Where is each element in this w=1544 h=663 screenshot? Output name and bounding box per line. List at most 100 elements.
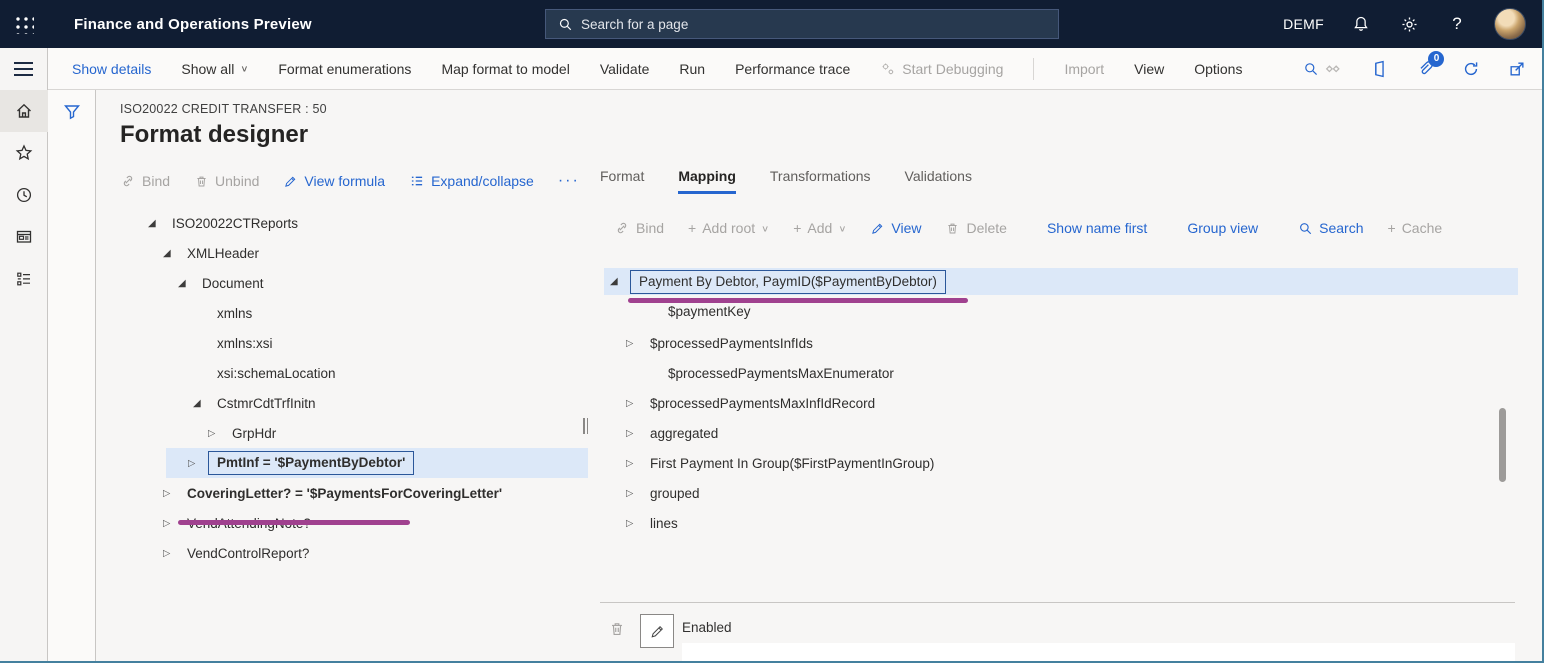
tab-mapping[interactable]: Mapping <box>678 168 736 194</box>
office-app-icon[interactable] <box>1368 58 1390 80</box>
edit-formula-button[interactable] <box>640 614 674 648</box>
mapping-panel: Format Mapping Transformations Validatio… <box>600 168 1518 661</box>
nav-workspaces-icon[interactable] <box>0 216 48 258</box>
filter-funnel-icon[interactable] <box>48 90 96 134</box>
tree-item[interactable]: ▷ First Payment In Group($FirstPaymentIn… <box>600 448 1518 478</box>
nav-recent-clock-icon[interactable] <box>0 174 48 216</box>
options-menu[interactable]: Options <box>1194 61 1242 77</box>
performance-trace-button[interactable]: Performance trace <box>735 61 850 77</box>
tree-item[interactable]: xmlns <box>120 298 588 328</box>
mapping-toolbar: Bind + Add root ∨ + Add ∨ View <box>614 220 1518 236</box>
page-search-input[interactable] <box>581 17 1011 32</box>
user-avatar[interactable] <box>1494 8 1526 40</box>
start-debugging-button[interactable]: Start Debugging <box>880 61 1003 77</box>
tree-item-selected[interactable]: ◢ Payment By Debtor, PaymID($PaymentByDe… <box>604 268 1518 295</box>
expander-collapsed-icon[interactable]: ▷ <box>626 338 646 349</box>
add-menu[interactable]: + Add ∨ <box>793 220 846 236</box>
tree-item[interactable]: ▷ grouped <box>600 478 1518 508</box>
expander-expanded-icon[interactable]: ◢ <box>193 398 213 409</box>
actionbar-search-icon[interactable] <box>1300 58 1322 80</box>
tree-item[interactable]: ▷ lines <box>600 508 1518 538</box>
tree-item[interactable]: ▷ $processedPaymentsMaxInfIdRecord <box>600 388 1518 418</box>
show-details-button[interactable]: Show details <box>72 61 151 77</box>
expander-collapsed-icon[interactable]: ▷ <box>626 398 646 409</box>
map-format-to-model-button[interactable]: Map format to model <box>441 61 569 77</box>
tree-item[interactable]: xsi:schemaLocation <box>120 358 588 388</box>
group-view-button[interactable]: Group view <box>1187 220 1258 236</box>
trash-icon <box>194 174 209 189</box>
mapping-view-button[interactable]: View <box>870 220 921 236</box>
tree-item[interactable]: ▷ aggregated <box>600 418 1518 448</box>
expander-collapsed-icon[interactable]: ▷ <box>208 428 228 439</box>
expand-collapse-button[interactable]: Expand/collapse <box>409 173 534 189</box>
mapping-search-button[interactable]: Search <box>1298 220 1363 236</box>
tree-item[interactable]: ◢ CstmrCdtTrfInitn <box>120 388 588 418</box>
company-picker[interactable]: DEMF <box>1283 16 1324 32</box>
refresh-icon[interactable] <box>1460 58 1482 80</box>
nav-hamburger-icon[interactable] <box>0 48 47 90</box>
tree-item[interactable]: ◢ ISO20022CTReports <box>120 208 588 238</box>
mapping-tree: ◢ Payment By Debtor, PaymID($PaymentByDe… <box>600 268 1518 538</box>
import-menu[interactable]: Import <box>1064 61 1104 77</box>
personalization-icon[interactable] <box>1322 58 1344 80</box>
plus-icon: + <box>688 220 696 236</box>
view-menu[interactable]: View <box>1134 61 1164 77</box>
nav-modules-list-icon[interactable] <box>0 258 48 300</box>
settings-gear-icon[interactable] <box>1398 13 1420 35</box>
detail-delete-icon[interactable] <box>608 620 626 638</box>
expander-collapsed-icon[interactable]: ▷ <box>626 518 646 529</box>
nav-favorites-star-icon[interactable] <box>0 132 48 174</box>
add-root-menu[interactable]: + Add root ∨ <box>688 220 769 236</box>
chevron-down-icon: ∨ <box>761 223 769 233</box>
enabled-formula-input[interactable] <box>682 643 1515 661</box>
debug-gears-icon <box>880 61 896 77</box>
show-all-menu[interactable]: Show all ∨ <box>181 61 248 77</box>
expander-collapsed-icon[interactable]: ▷ <box>163 488 183 499</box>
tree-item[interactable]: ◢ Document <box>120 268 588 298</box>
format-enumerations-button[interactable]: Format enumerations <box>278 61 411 77</box>
bind-button[interactable]: Bind <box>120 173 170 189</box>
vertical-scrollbar-thumb[interactable] <box>1499 408 1506 482</box>
tree-item[interactable]: ◢ XMLHeader <box>120 238 588 268</box>
expander-expanded-icon[interactable]: ◢ <box>178 278 198 289</box>
expander-collapsed-icon[interactable]: ▷ <box>626 458 646 469</box>
tree-item-selected[interactable]: ▷ PmtInf = '$PaymentByDebtor' <box>166 448 588 478</box>
tree-item[interactable]: ▷ VendControlReport? <box>120 538 588 568</box>
open-in-new-window-icon[interactable] <box>1506 58 1528 80</box>
cache-button[interactable]: + Cache <box>1388 220 1443 236</box>
tree-item[interactable]: $processedPaymentsMaxEnumerator <box>600 358 1518 388</box>
expander-collapsed-icon[interactable]: ▷ <box>163 548 183 559</box>
list-icon <box>409 173 425 189</box>
expander-collapsed-icon[interactable]: ▷ <box>626 428 646 439</box>
more-button[interactable]: ··· <box>558 172 580 190</box>
page-search-box[interactable] <box>545 9 1059 39</box>
app-launcher-icon[interactable] <box>14 14 34 34</box>
attachments-paperclip-icon[interactable]: 0 <box>1414 58 1436 80</box>
mapping-bind-button[interactable]: Bind <box>614 220 664 236</box>
tree-item[interactable]: xmlns:xsi <box>120 328 588 358</box>
mapping-delete-button[interactable]: Delete <box>945 220 1006 236</box>
tree-item[interactable]: ▷ GrpHdr <box>120 418 588 448</box>
tab-validations[interactable]: Validations <box>905 168 972 191</box>
tree-item[interactable]: ▷ CoveringLetter? = '$PaymentsForCoverin… <box>120 478 588 508</box>
view-formula-button[interactable]: View formula <box>283 173 385 189</box>
detail-pane: Enabled <box>600 612 1515 661</box>
tree-item[interactable]: ▷ $processedPaymentsInfIds <box>600 328 1518 358</box>
format-structure-panel: Bind Unbind View formula <box>120 168 588 661</box>
run-button[interactable]: Run <box>679 61 705 77</box>
top-app-bar: Finance and Operations Preview DEMF <box>0 0 1542 48</box>
unbind-button[interactable]: Unbind <box>194 173 259 189</box>
expander-collapsed-icon[interactable]: ▷ <box>626 488 646 499</box>
tab-transformations[interactable]: Transformations <box>770 168 871 191</box>
help-icon[interactable]: ? <box>1446 13 1468 35</box>
validate-button[interactable]: Validate <box>600 61 650 77</box>
expander-collapsed-icon[interactable]: ▷ <box>188 458 208 469</box>
tab-format[interactable]: Format <box>600 168 644 191</box>
show-name-first-button[interactable]: Show name first <box>1047 220 1147 236</box>
expander-expanded-icon[interactable]: ◢ <box>148 218 168 229</box>
panel-splitter-handle[interactable] <box>583 418 591 434</box>
notifications-bell-icon[interactable] <box>1350 13 1372 35</box>
expander-expanded-icon[interactable]: ◢ <box>163 248 183 259</box>
expander-expanded-icon[interactable]: ◢ <box>610 276 630 287</box>
nav-home-icon[interactable] <box>0 90 48 132</box>
